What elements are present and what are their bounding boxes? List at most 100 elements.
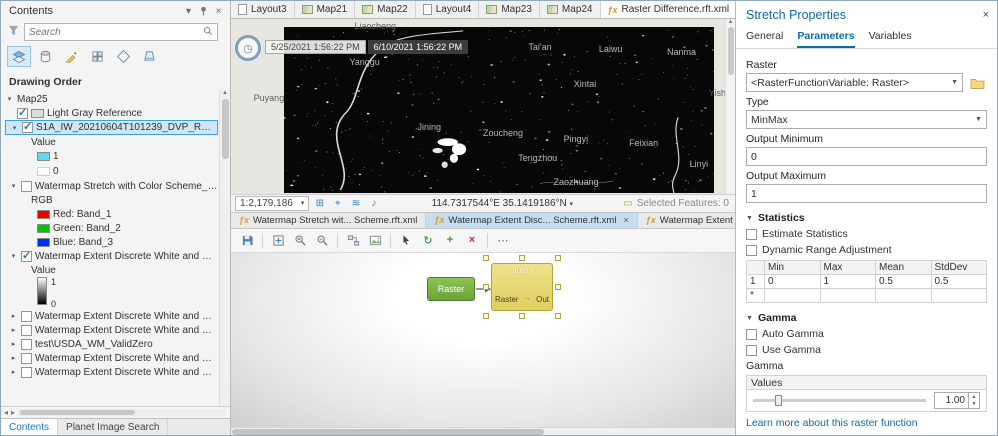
export-image-icon[interactable] [365,231,385,249]
tab-parameters[interactable]: Parameters [797,28,854,48]
function-chain-canvas[interactable]: Raster Stretch Raster → Out [231,253,735,428]
dynamic-range-checkbox[interactable] [746,245,757,256]
layer-checkbox[interactable] [21,367,32,378]
tab-map21[interactable]: Map21 [295,1,356,18]
stretch-output-port[interactable]: Out [536,295,549,304]
layer-search-input[interactable] [29,27,200,38]
map-coordinates[interactable]: 114.7317544°E 35.1419186°N ▾ [384,198,620,209]
map-navigator-control[interactable]: ◷ [235,35,261,61]
tree-item-row8[interactable]: ▸ test\USDA_WM_ValidZero [5,337,218,351]
statistics-section-header[interactable]: ▼ Statistics [746,212,987,224]
stretch-input-port[interactable]: Raster [495,295,519,304]
expander-icon[interactable]: ▸ [9,312,18,320]
center-horizontal-scrollbar[interactable] [231,427,735,435]
expander-icon[interactable]: ▸ [9,368,18,376]
more-tools-icon[interactable]: ⋯ [493,231,513,249]
expander-icon[interactable]: ▾ [9,182,18,190]
raster-variable-combo[interactable]: <RasterFunctionVariable: Raster> ▼ [746,73,963,92]
expander-icon[interactable]: ▾ [9,252,18,260]
refresh-icon[interactable]: ↻ [418,231,438,249]
selection-handle[interactable] [519,313,525,319]
tree-item-row6[interactable]: ▸ Watermap Extent Discrete White and Blu… [5,309,218,323]
spin-up-icon[interactable]: ▲ [969,393,979,401]
tab-general[interactable]: General [746,28,783,48]
raster-input-node[interactable]: Raster [427,277,475,301]
auto-layout-icon[interactable] [343,231,363,249]
selection-handle[interactable] [555,313,561,319]
contents-horizontal-scrollbar[interactable]: ◂ ▸ [1,406,230,418]
tree-item-map25[interactable]: ▾ Map25 [5,92,218,106]
close-tab-icon[interactable]: × [623,215,628,225]
tab-map23[interactable]: Map23 [479,1,540,18]
tab-variables[interactable]: Variables [869,28,912,48]
tree-item-s1a-selected[interactable]: ▾ S1A_IW_20210604T101239_DVP_RTC30_G_gpu… [5,120,218,135]
stats-row-new[interactable]: * [747,289,987,303]
select-tool-icon[interactable] [396,231,416,249]
gamma-slider[interactable] [753,399,926,402]
zoom-in-icon[interactable] [290,231,310,249]
output-max-input[interactable]: 1 [746,184,987,203]
estimate-statistics-checkbox[interactable] [746,229,757,240]
stretch-type-combo[interactable]: MinMax ▼ [746,110,987,129]
browse-folder-icon[interactable] [967,73,987,92]
grid-toggle-icon[interactable]: ⊞ [312,198,327,209]
list-by-drawing-order-icon[interactable] [7,46,31,67]
list-by-snapping-icon[interactable] [85,46,109,67]
layer-checkbox[interactable] [17,108,28,119]
expander-icon[interactable]: ▾ [5,95,14,103]
zoom-out-icon[interactable] [312,231,332,249]
scroll-right-icon[interactable]: ▸ [11,408,15,417]
map-view[interactable]: LiaochengTai'anLaiwuNanmaYangguXintaiYis… [231,19,735,194]
save-icon[interactable] [237,231,257,249]
zoom-full-extent-icon[interactable] [268,231,288,249]
selection-handle[interactable] [519,255,525,261]
layer-checkbox[interactable] [21,181,32,192]
tab-map24[interactable]: Map24 [540,1,601,18]
list-by-charts-icon[interactable] [137,46,161,67]
stats-row-1[interactable]: 1 0 1 0.5 0.5 [747,275,987,289]
snapping-icon[interactable]: ≋ [348,198,363,209]
fn-tab-2-active[interactable]: ƒxWatermap Extent Disc... Scheme.rft.xml… [426,213,637,228]
layer-checkbox[interactable] [21,311,32,322]
tree-item-row9[interactable]: ▸ Watermap Extent Discrete White and Blu… [5,351,218,365]
layer-checkbox[interactable] [21,353,32,364]
tree-item-row10[interactable]: ▸ Watermap Extent Discrete White and Blu… [5,365,218,379]
selection-handle[interactable] [483,255,489,261]
list-by-labeling-icon[interactable] [111,46,135,67]
scroll-left-icon[interactable]: ◂ [4,408,8,417]
selection-handle[interactable] [483,313,489,319]
tree-item-stretch-layer[interactable]: ▾ Watermap Stretch with Color Scheme_S1A… [5,179,218,193]
stretch-function-node[interactable]: Stretch Raster → Out [491,263,553,311]
use-gamma-checkbox[interactable] [746,345,757,356]
remove-function-icon[interactable]: × [462,231,482,249]
gamma-value-input[interactable]: 1.00 ▲▼ [934,392,980,409]
map-scale-combo[interactable]: 1:2,179,186 ▾ [235,196,309,211]
learn-more-link[interactable]: Learn more about this raster function [746,417,918,429]
selection-handle[interactable] [555,255,561,261]
tree-item-extent-layer[interactable]: ▾ Watermap Extent Discrete White and Blu… [5,249,218,263]
expander-icon[interactable]: ▸ [9,340,18,348]
crosshair-icon[interactable]: ⌖ [330,198,345,209]
tab-layout3[interactable]: Layout3 [231,1,295,18]
layer-checkbox[interactable] [21,339,32,350]
gamma-spinner[interactable]: ▲▼ [968,393,979,408]
statistics-table[interactable]: Min Max Mean StdDev 1 0 1 0.5 0.5 * [746,260,987,303]
pane-menu-icon[interactable]: ▾ [181,6,196,17]
pane-close-icon[interactable]: × [211,6,226,17]
contents-vertical-scrollbar[interactable]: ▲ [219,90,230,406]
close-pane-icon[interactable]: × [983,9,989,21]
auto-gamma-checkbox[interactable] [746,329,757,340]
selection-handle[interactable] [483,284,489,290]
time-start-chip[interactable]: 5/25/2021 1:56:22 PM [265,40,366,54]
gamma-section-header[interactable]: ▼ Gamma [746,312,987,324]
tree-item-light-gray[interactable]: Light Gray Reference [5,106,218,120]
expander-icon[interactable]: ▸ [9,354,18,362]
layer-checkbox[interactable] [21,325,32,336]
pane-pin-icon[interactable] [196,6,211,16]
sounds-icon[interactable]: ♪ [366,198,381,209]
tree-item-row7[interactable]: ▸ Watermap Extent Discrete White and Blu… [5,323,218,337]
tab-planet-image-search[interactable]: Planet Image Search [58,419,168,435]
layer-checkbox[interactable] [21,251,32,262]
tab-contents[interactable]: Contents [1,419,58,435]
fn-tab-1[interactable]: ƒxWatermap Stretch wit... Scheme.rft.xml [231,213,426,228]
